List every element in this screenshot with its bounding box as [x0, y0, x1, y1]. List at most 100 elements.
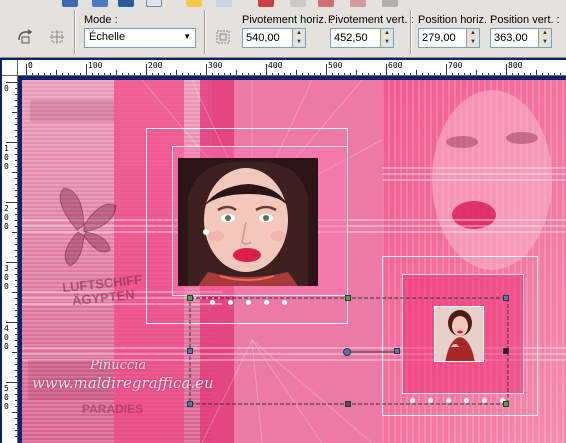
- ruler-minor-tick: [458, 73, 459, 75]
- ruler-minor-tick: [92, 73, 93, 75]
- pivot-vertical-stepper[interactable]: ▲ ▼: [380, 29, 393, 47]
- ruler-minor-tick: [15, 340, 17, 341]
- ruler-minor-tick: [15, 370, 17, 371]
- ruler-minor-tick: [50, 73, 51, 75]
- ruler-minor-tick: [15, 430, 17, 431]
- tool-icon[interactable]: [62, 0, 78, 7]
- horizontal-ruler[interactable]: 0 100 200 300 400 500 600 700 800: [18, 60, 566, 76]
- ruler-major-tick: [6, 322, 17, 323]
- ruler-minor-tick: [15, 196, 17, 197]
- mode-select[interactable]: Échelle ▼: [84, 28, 196, 48]
- tool-icon[interactable]: [350, 0, 366, 7]
- ruler-minor-tick: [332, 73, 333, 75]
- ruler-minor-tick: [12, 232, 17, 233]
- transform-handle-middle-right[interactable]: [503, 348, 509, 354]
- ruler-minor-tick: [128, 73, 129, 75]
- toolbar-separator: [410, 10, 412, 54]
- ruler-label: 700: [448, 61, 463, 70]
- tool-options-bar: Mode : Échelle ▼ Pivotement horiz. : 540…: [0, 0, 566, 58]
- tool-icon[interactable]: [382, 0, 398, 7]
- ruler-minor-tick: [356, 70, 357, 75]
- ruler-minor-tick: [350, 73, 351, 75]
- tool-icon[interactable]: [290, 0, 306, 7]
- position-horizontal-stepper[interactable]: ▲ ▼: [466, 29, 479, 47]
- ruler-minor-tick: [314, 73, 315, 75]
- ruler-minor-tick: [15, 358, 17, 359]
- ruler-minor-tick: [374, 73, 375, 75]
- ruler-minor-tick: [15, 178, 17, 179]
- ruler-minor-tick: [15, 220, 17, 221]
- decor-dot: [246, 300, 251, 305]
- tool-icon[interactable]: [258, 0, 274, 7]
- reset-rectangle-icon[interactable]: [14, 26, 36, 48]
- spin-down-icon[interactable]: ▼: [381, 38, 393, 47]
- transform-pivot-point[interactable]: [343, 348, 351, 356]
- tool-icon[interactable]: [92, 0, 108, 7]
- ruler-minor-tick: [62, 73, 63, 75]
- spin-down-icon[interactable]: ▼: [539, 38, 551, 47]
- tool-icon[interactable]: [318, 0, 334, 7]
- position-vertical-value: 363,00: [494, 32, 528, 44]
- ruler-minor-tick: [530, 73, 531, 75]
- spin-down-icon[interactable]: ▼: [293, 38, 305, 47]
- pivot-vertical-input[interactable]: 452,50 ▲ ▼: [330, 28, 394, 48]
- ruler-minor-tick: [440, 73, 441, 75]
- ruler-minor-tick: [15, 280, 17, 281]
- spin-down-icon[interactable]: ▼: [467, 38, 479, 47]
- ruler-label: 4: [4, 324, 9, 333]
- watermark-name: Pinuccia: [90, 358, 147, 373]
- ruler-minor-tick: [242, 73, 243, 75]
- spin-up-icon[interactable]: ▲: [381, 29, 393, 38]
- ruler-label: 0: [4, 333, 9, 342]
- position-horizontal-input[interactable]: 279,00 ▲ ▼: [418, 28, 480, 48]
- pivot-horizontal-input[interactable]: 540,00 ▲ ▼: [242, 28, 306, 48]
- spin-up-icon[interactable]: ▲: [293, 29, 305, 38]
- transform-handle-bottom-left[interactable]: [187, 401, 193, 407]
- ruler-label: 600: [388, 61, 403, 70]
- toolbar-separator: [204, 10, 206, 54]
- transform-handle-bottom-center[interactable]: [345, 401, 351, 407]
- ruler-minor-tick: [38, 73, 39, 75]
- ruler-minor-tick: [98, 73, 99, 75]
- transform-handle-bottom-right[interactable]: [503, 401, 509, 407]
- vertical-ruler[interactable]: 0100200300400500: [2, 76, 18, 443]
- transform-icon[interactable]: [46, 26, 68, 48]
- ruler-minor-tick: [116, 70, 117, 75]
- ruler-minor-tick: [15, 394, 17, 395]
- pivot-horizontal-stepper[interactable]: ▲ ▼: [292, 29, 305, 47]
- position-vertical-stepper[interactable]: ▲ ▼: [538, 29, 551, 47]
- position-vertical-input[interactable]: 363,00 ▲ ▼: [490, 28, 552, 48]
- ruler-major-tick: [6, 82, 17, 83]
- transform-handle-top-center[interactable]: [345, 295, 351, 301]
- ruler-minor-tick: [15, 190, 17, 191]
- spin-up-icon[interactable]: ▲: [539, 29, 551, 38]
- ruler-minor-tick: [15, 148, 17, 149]
- ruler-minor-tick: [15, 406, 17, 407]
- ruler-minor-tick: [15, 238, 17, 239]
- spin-up-icon[interactable]: ▲: [467, 29, 479, 38]
- ruler-minor-tick: [15, 334, 17, 335]
- ruler-minor-tick: [134, 73, 135, 75]
- tool-icon[interactable]: [216, 0, 232, 7]
- ruler-minor-tick: [320, 73, 321, 75]
- transform-rotation-handle[interactable]: [394, 348, 400, 354]
- decor-dot: [482, 398, 487, 403]
- transform-handle-top-right[interactable]: [503, 295, 509, 301]
- tool-icon[interactable]: [146, 0, 162, 7]
- ruler-minor-tick: [188, 73, 189, 75]
- ruler-major-tick: [326, 64, 327, 75]
- ruler-minor-tick: [380, 73, 381, 75]
- ruler-major-tick: [6, 202, 17, 203]
- transform-handle-top-left[interactable]: [187, 295, 193, 301]
- tool-icon[interactable]: [118, 0, 134, 7]
- ruler-minor-tick: [182, 73, 183, 75]
- image-canvas[interactable]: LUFTSCHIFF ÄGYPTEN PARADIES Pinuccia www…: [22, 80, 566, 443]
- ruler-minor-tick: [176, 70, 177, 75]
- ruler-minor-tick: [15, 244, 17, 245]
- ruler-minor-tick: [542, 73, 543, 75]
- transform-handle-middle-left[interactable]: [187, 348, 193, 354]
- position-rectangle-icon[interactable]: [212, 26, 234, 48]
- tool-icon[interactable]: [186, 0, 202, 7]
- ruler-minor-tick: [68, 73, 69, 75]
- ruler-minor-tick: [15, 208, 17, 209]
